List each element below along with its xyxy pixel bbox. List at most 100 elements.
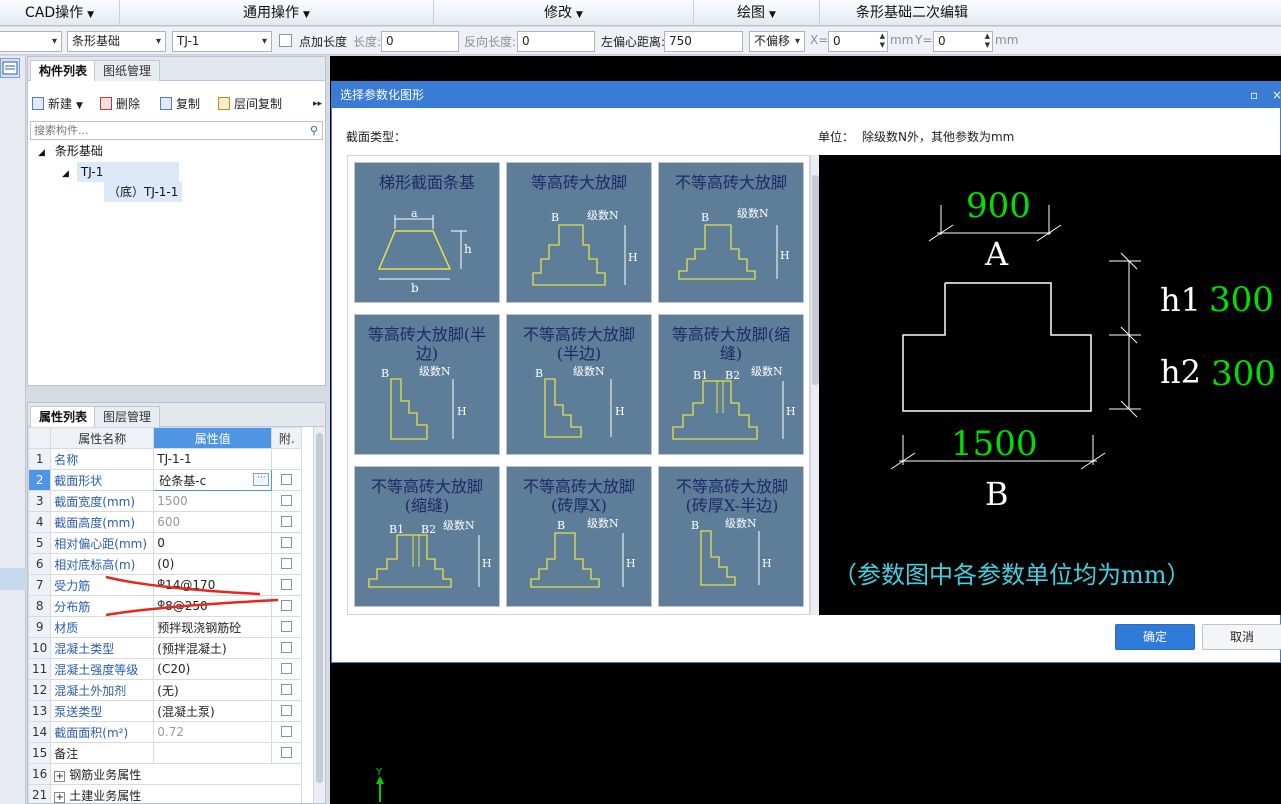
shape-unequal-brick[interactable]: 不等高砖大放脚 B 级数N H (658, 162, 804, 303)
label-N: 级数N (751, 365, 783, 378)
dialog-title-bar: 选择参数化图形 (332, 82, 1280, 108)
type-select[interactable]: 条形基础 (67, 31, 166, 52)
name-select[interactable]: TJ-1 (172, 31, 272, 52)
offset-mode-select[interactable]: 不偏移 (749, 31, 805, 52)
label-B2: B2 (421, 523, 436, 536)
unit-note: 除级数N外，其他参数为mm (862, 130, 1015, 144)
label-B: B (557, 519, 565, 532)
component-search-input[interactable]: 搜索构件... ⚲ (30, 121, 323, 140)
preview-bottom-label: B (985, 475, 1009, 513)
tree-label: 条形基础 (54, 144, 103, 158)
chevron-down-icon: ▼ (303, 10, 310, 20)
shape-grid: 梯形截面条基 a h b 等高砖大放脚 B 级数N H 不等高砖大放脚 B 级数… (347, 155, 810, 615)
component-list-panel: 构件列表 图纸管理 新建 ▼ 删除 复制 层间复制 ▸▸ 搜索构件... ⚲ ◢ 条… (27, 56, 326, 386)
label-H: H (762, 557, 772, 570)
selected-strip-item[interactable] (0, 568, 26, 590)
tab-component-list[interactable]: 构件列表 (30, 60, 97, 81)
shape-equal-brick-joint[interactable]: 等高砖大放脚(缩缝) B1 B2 级数N H (658, 314, 804, 455)
maximize-icon[interactable]: ▫ (1250, 82, 1258, 108)
label-B2: B2 (725, 369, 740, 382)
collapse-icon[interactable]: ◢ (38, 148, 45, 158)
left-offset-input[interactable]: 750 (664, 31, 743, 52)
search-placeholder: 搜索构件... (34, 124, 89, 137)
new-button[interactable]: 新建 ▼ (32, 93, 83, 115)
x-input[interactable]: 0 ▲ ▼ (828, 31, 888, 52)
tree-node-tj1[interactable]: ◢ TJ-1 (62, 162, 179, 182)
menu-strip-foundation-edit[interactable]: 条形基础二次编辑 (820, 0, 1004, 26)
component-tabs: 构件列表 图纸管理 (28, 57, 325, 81)
menu-label: 修改 (544, 5, 573, 21)
properties-toggle-icon[interactable] (0, 58, 20, 78)
copy-button[interactable]: 复制 (160, 93, 200, 115)
shape-unequal-brick-x-half[interactable]: 不等高砖大放脚(砖厚X-半边) B 级数N H (658, 466, 804, 607)
collapse-icon[interactable]: ◢ (62, 169, 69, 179)
menu-label: CAD操作 (24, 5, 84, 21)
menu-cad-operations[interactable]: CAD操作 ▼ (0, 0, 120, 26)
label-H: H (615, 405, 625, 418)
label-B1: B1 (389, 523, 404, 536)
label-N: 级数N (737, 207, 769, 220)
shape-equal-brick-half[interactable]: 等高砖大放脚(半边) B 级数N H (354, 314, 500, 455)
brick-diagram-icon: B 级数N H (678, 207, 790, 280)
shape-unequal-brick-joint[interactable]: 不等高砖大放脚(缩缝) B1 B2 级数N H (354, 466, 500, 607)
tree-node-tj1-1[interactable]: （底）TJ-1-1 (104, 182, 182, 202)
reverse-length-label: 反向长度: (464, 35, 517, 49)
tree-label: （底）TJ-1-1 (104, 182, 182, 202)
ok-button[interactable]: 确定 (1115, 624, 1195, 650)
tree-node-root[interactable]: ◢ 条形基础 (38, 141, 103, 161)
brick-diagram-icon: B 级数N H (381, 365, 467, 440)
spinner-icon[interactable]: ▲ ▼ (985, 32, 990, 50)
preview-h1-label: h1 (1160, 281, 1201, 319)
spinner-icon[interactable]: ▲ ▼ (880, 32, 885, 50)
copy-label: 复制 (176, 97, 201, 111)
layer-select[interactable] (0, 31, 62, 52)
more-actions-icon[interactable]: ▸▸ (313, 93, 322, 115)
trapezoid-diagram-icon: a h b (377, 207, 472, 295)
tab-drawing-management[interactable]: 图纸管理 (94, 60, 161, 81)
length-input[interactable]: 0 (381, 31, 459, 52)
menu-draw[interactable]: 绘图 ▼ (694, 0, 820, 26)
preview-h1-value: 300 (1209, 280, 1274, 320)
label-N: 级数N (443, 519, 475, 532)
menu-label: 绘图 (737, 5, 766, 21)
delete-button[interactable]: 删除 (100, 93, 140, 115)
label-a: a (411, 207, 418, 220)
brick-diagram-icon: B 级数N H (530, 517, 636, 588)
label-B: B (551, 211, 559, 224)
label-h: h (464, 242, 472, 256)
shape-equal-brick[interactable]: 等高砖大放脚 B 级数N H (506, 162, 652, 303)
red-annotation (105, 575, 279, 617)
preview-note: （参数图中各参数单位均为mm） (833, 561, 1191, 589)
chevron-down-icon: ▼ (76, 101, 83, 111)
chevron-down-icon: ▼ (769, 10, 776, 20)
unit-label: 单位： (818, 130, 855, 144)
preview-h2-label: h2 (1160, 353, 1201, 391)
floor-copy-icon (218, 97, 230, 110)
menu-modify[interactable]: 修改 ▼ (434, 0, 694, 26)
delete-icon (100, 97, 112, 110)
menu-general-operations[interactable]: 通用操作 ▼ (120, 0, 434, 26)
search-icon[interactable]: ⚲ (310, 122, 318, 139)
floor-copy-button[interactable]: 层间复制 (218, 93, 282, 115)
brick-diagram-icon: B 级数N H (691, 517, 772, 586)
close-icon[interactable]: × (1272, 82, 1281, 108)
y-input[interactable]: 0 ▲ ▼ (933, 31, 993, 52)
floor-copy-label: 层间复制 (234, 97, 283, 111)
shape-preview: 900 A h1 300 h2 300 1500 B （参数图中各参数单位均为m… (819, 155, 1281, 615)
point-length-checkbox[interactable] (279, 34, 292, 47)
parametric-shape-dialog: 选择参数化图形 ▫ × 截面类型： 单位： 除级数N外，其他参数为mm 梯形截面… (331, 81, 1281, 663)
shape-trapezoid[interactable]: 梯形截面条基 a h b (354, 162, 500, 303)
label-b: b (411, 281, 419, 295)
reverse-length-input[interactable]: 0 (517, 31, 595, 52)
label-H: H (482, 557, 492, 570)
label-H: H (780, 249, 790, 262)
shape-unequal-brick-half[interactable]: 不等高砖大放脚(半边) B 级数N H (506, 314, 652, 455)
scrollbar-thumb[interactable] (812, 175, 819, 385)
axis-icon: Y (375, 767, 384, 802)
brick-diagram-icon: B 级数N H (532, 209, 638, 286)
cancel-button[interactable]: 取消 (1202, 624, 1281, 650)
shape-unequal-brick-x[interactable]: 不等高砖大放脚(砖厚X) B 级数N H (506, 466, 652, 607)
preview-top-label: A (984, 235, 1009, 273)
preview-top-value: 900 (966, 186, 1031, 226)
menu-bar: CAD操作 ▼ 通用操作 ▼ 修改 ▼ 绘图 ▼ 条形基础二次编辑 (0, 0, 1281, 26)
